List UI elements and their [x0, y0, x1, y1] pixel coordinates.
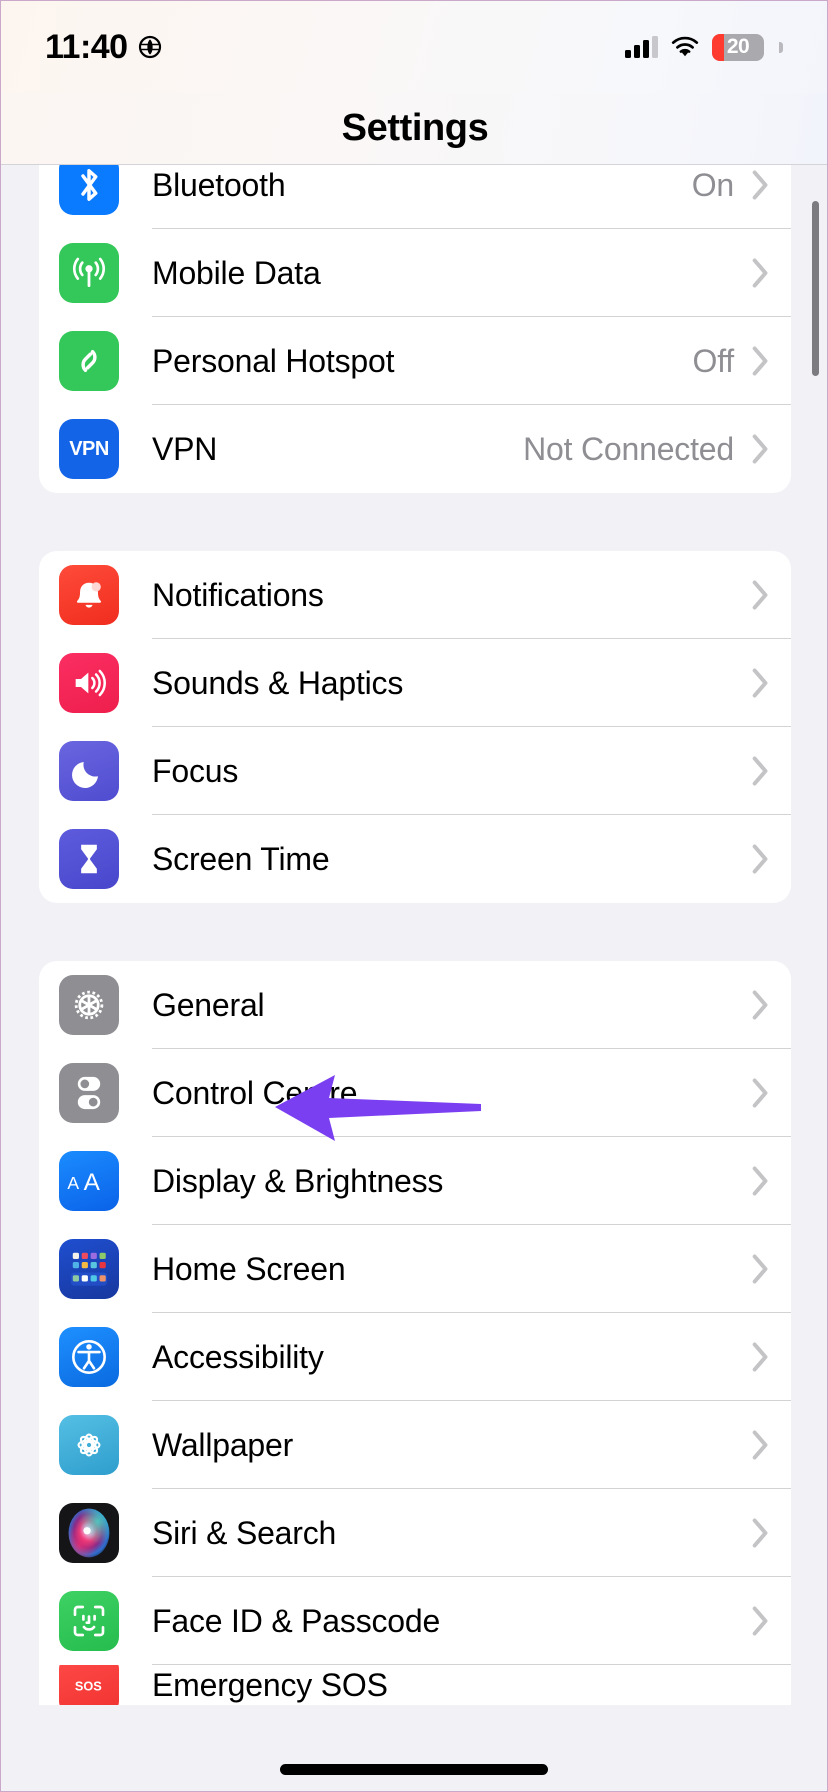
chevron-right-icon: [752, 346, 768, 376]
settings-row-siri-search[interactable]: Siri & Search: [39, 1489, 791, 1577]
settings-row-vpn[interactable]: VPN VPN Not Connected: [39, 405, 791, 493]
settings-row-notifications[interactable]: Notifications: [39, 551, 791, 639]
screen-time-hourglass-icon: [59, 829, 119, 889]
control-centre-toggles-icon: [59, 1063, 119, 1123]
settings-row-label: Control Centre: [152, 1074, 358, 1111]
face-id-icon: [59, 1591, 119, 1651]
settings-row-label: Accessibility: [152, 1338, 324, 1375]
chevron-right-icon: [752, 844, 768, 874]
chevron-right-icon: [752, 668, 768, 698]
settings-row-label: Display & Brightness: [152, 1162, 444, 1199]
settings-row-personal-hotspot[interactable]: Personal Hotspot Off: [39, 317, 791, 405]
settings-row-emergency-sos[interactable]: SOS Emergency SOS: [39, 1665, 791, 1705]
settings-row-mobile-data[interactable]: Mobile Data: [39, 229, 791, 317]
chevron-right-icon: [752, 1518, 768, 1548]
settings-group-alerts: Notifications Sounds & Haptics Focus Scr…: [39, 551, 791, 903]
svg-text:SOS: SOS: [75, 1679, 102, 1694]
battery-low-fill: [712, 33, 724, 61]
settings-row-label: Bluetooth: [152, 166, 286, 203]
settings-row-label: Home Screen: [152, 1250, 346, 1287]
chevron-right-icon: [752, 1430, 768, 1460]
sounds-speaker-icon: [59, 653, 119, 713]
settings-row-focus[interactable]: Focus: [39, 727, 791, 815]
home-indicator: [280, 1764, 548, 1775]
status-bar-left: 11:40: [45, 28, 162, 67]
settings-row-display-brightness[interactable]: A A Display & Brightness: [39, 1137, 791, 1225]
settings-row-label: Face ID & Passcode: [152, 1602, 441, 1639]
display-brightness-aa-icon: A A: [59, 1151, 119, 1211]
chevron-right-icon: [752, 1342, 768, 1372]
wifi-icon: [671, 36, 699, 58]
chevron-right-icon: [752, 990, 768, 1020]
location-arrow-icon: [138, 35, 162, 59]
chevron-right-icon: [752, 1254, 768, 1284]
settings-row-label: VPN: [152, 430, 218, 467]
settings-row-control-centre[interactable]: Control Centre: [39, 1049, 791, 1137]
status-bar-right: 20: [625, 33, 783, 61]
settings-row-sounds-haptics[interactable]: Sounds & Haptics: [39, 639, 791, 727]
settings-scroll-content[interactable]: Wi-Fi PartialNetwork Bluetooth On: [1, 165, 827, 1791]
wallpaper-flower-icon: [59, 1415, 119, 1475]
svg-text:A: A: [84, 1169, 101, 1196]
settings-row-label: Screen Time: [152, 840, 330, 877]
page-title: Settings: [341, 107, 489, 149]
navigation-bar: Settings: [1, 93, 827, 165]
settings-row-label: Emergency SOS: [152, 1666, 388, 1703]
settings-row-screen-time[interactable]: Screen Time: [39, 815, 791, 903]
general-gear-icon: [59, 975, 119, 1035]
settings-row-label: Personal Hotspot: [152, 342, 395, 379]
vpn-icon: VPN: [59, 419, 119, 479]
settings-row-value: Not Connected: [523, 430, 734, 467]
iphone-settings-screen: 11:40 20 Settings Bluetooth On Mobile Da…: [0, 0, 828, 1792]
settings-row-label: Sounds & Haptics: [152, 664, 404, 701]
mobile-data-icon: [59, 243, 119, 303]
chevron-right-icon: [752, 434, 768, 464]
battery-indicator: 20: [712, 33, 764, 61]
emergency-sos-icon: SOS: [59, 1665, 119, 1705]
chevron-right-icon: [752, 170, 768, 200]
settings-row-bluetooth[interactable]: Bluetooth On: [39, 165, 791, 229]
battery-cap-icon: [779, 41, 783, 53]
settings-row-face-id-passcode[interactable]: Face ID & Passcode: [39, 1577, 791, 1665]
battery-level-text: 20: [726, 35, 750, 58]
chevron-right-icon: [752, 1606, 768, 1636]
vertical-scrollbar[interactable]: [812, 201, 819, 376]
status-time: 11:40: [45, 27, 128, 66]
settings-row-accessibility[interactable]: Accessibility: [39, 1313, 791, 1401]
status-bar: 11:40 20: [1, 1, 827, 93]
settings-group-connectivity: Wi-Fi PartialNetwork Bluetooth On: [39, 165, 791, 493]
notifications-bell-icon: [59, 565, 119, 625]
settings-row-value: Off: [692, 342, 735, 379]
settings-row-label: Mobile Data: [152, 254, 321, 291]
settings-group-system: General Control Centre A A Display & Bri…: [39, 961, 791, 1705]
cellular-signal-icon: [625, 36, 658, 58]
settings-row-general[interactable]: General: [39, 961, 791, 1049]
settings-row-label: General: [152, 986, 265, 1023]
settings-row-home-screen[interactable]: Home Screen: [39, 1225, 791, 1313]
chevron-right-icon: [752, 580, 768, 610]
chevron-right-icon: [752, 1078, 768, 1108]
accessibility-person-icon: [59, 1327, 119, 1387]
svg-text:A: A: [67, 1173, 79, 1193]
personal-hotspot-icon: [59, 331, 119, 391]
focus-moon-icon: [59, 741, 119, 801]
settings-row-label: Focus: [152, 752, 239, 789]
bluetooth-icon: [59, 165, 119, 215]
settings-row-label: Siri & Search: [152, 1514, 337, 1551]
settings-row-label: Wallpaper: [152, 1426, 294, 1463]
chevron-right-icon: [752, 756, 768, 786]
home-screen-grid-icon: [59, 1239, 119, 1299]
settings-row-wallpaper[interactable]: Wallpaper: [39, 1401, 791, 1489]
chevron-right-icon: [752, 258, 768, 288]
siri-orb-icon: [59, 1503, 119, 1563]
settings-row-label: Notifications: [152, 576, 324, 613]
settings-row-value: On: [691, 166, 734, 203]
chevron-right-icon: [752, 1166, 768, 1196]
